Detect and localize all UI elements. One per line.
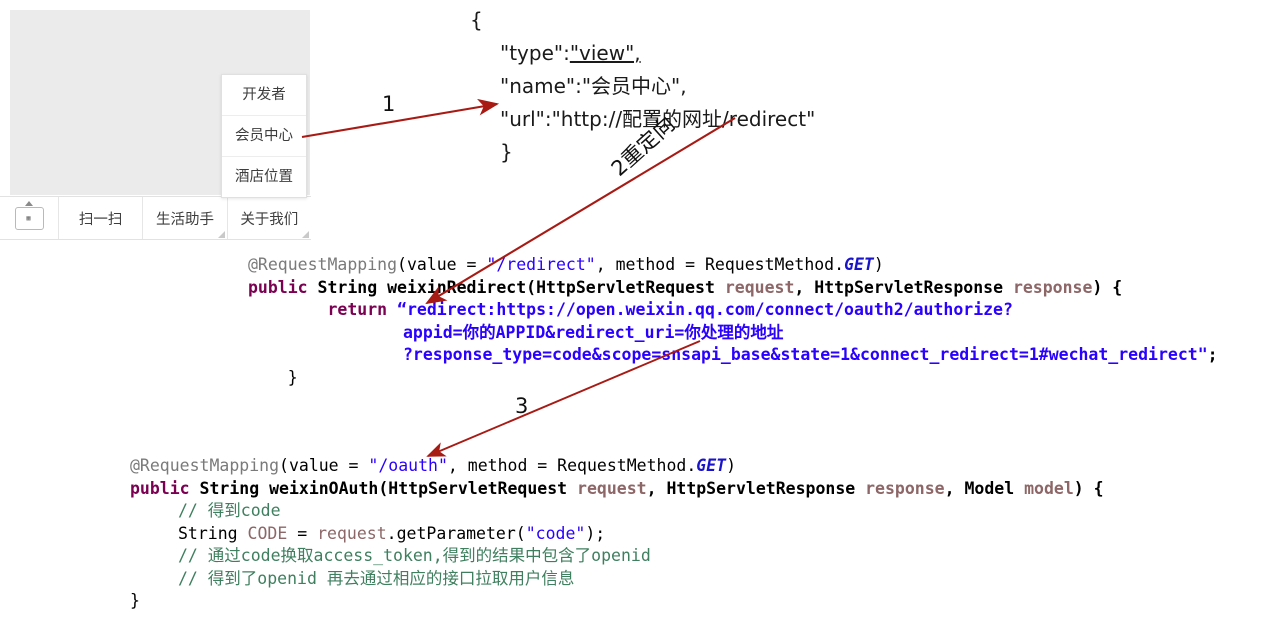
menu-item-member-center[interactable]: 会员中心: [222, 116, 306, 157]
code-text: ): [726, 456, 737, 475]
string-code-literal: "code": [525, 523, 586, 543]
param-response: response: [865, 478, 945, 498]
mapping-path-redirect: "/redirect": [486, 255, 596, 274]
wechat-bottom-nav-bar: ▦ 扫一扫 生活助手 关于我们: [0, 196, 311, 240]
comment-exchange-token: // 通过code换取access_token,得到的结果中包含了openid: [178, 546, 651, 565]
json-line-type: "type":: [500, 41, 570, 65]
code-text: ;: [1207, 345, 1218, 364]
comment-fetch-userinfo: // 得到了openid 再去通过相应的接口拉取用户信息: [178, 568, 575, 588]
json-line-name: "name":"会员中心",: [500, 74, 687, 98]
code-block-close: }: [248, 367, 298, 387]
code-text: String: [178, 523, 248, 543]
annotation-requestmapping: @RequestMapping: [130, 456, 280, 475]
code-text: , method = RequestMethod.: [447, 456, 697, 475]
arrow-label-1: 1: [382, 92, 396, 116]
param-model: model: [1024, 478, 1074, 498]
redirect-url-part1: “redirect:https://open.weixin.qq.com/con…: [387, 300, 1013, 319]
code-block-close: }: [130, 591, 140, 610]
variable-code: CODE: [247, 523, 288, 543]
param-response: response: [1012, 277, 1093, 297]
redirect-url-part3: ?response_type=code&scope=snsapi_base&st…: [403, 345, 1208, 364]
mapping-path-oauth: "/oauth": [368, 456, 448, 475]
menu-item-developer[interactable]: 开发者: [222, 75, 306, 116]
code-block-oauth: @RequestMapping(value = "/oauth", method…: [130, 455, 1104, 613]
http-method-get: GET: [844, 255, 874, 274]
param-request: request: [577, 478, 647, 498]
json-line-close: }: [500, 140, 513, 164]
nav-item-life-assistant[interactable]: 生活助手: [143, 197, 228, 239]
keyboard-keys-glyph: ▦: [26, 214, 32, 222]
page-root: 开发者 会员中心 酒店位置 ▦ 扫一扫 生活助手 关于我们 { "type":"…: [0, 0, 1262, 626]
nav-item-about-us[interactable]: 关于我们: [228, 197, 311, 239]
nav-item-about-us-label: 关于我们: [240, 211, 299, 228]
code-text: ): [873, 255, 884, 274]
code-text: , HttpServletResponse: [794, 277, 1013, 297]
param-request: request: [724, 277, 795, 297]
json-line-open: {: [470, 8, 483, 32]
menu-item-hotel-location[interactable]: 酒店位置: [222, 157, 306, 197]
keyword-return: return: [327, 300, 388, 319]
redirect-url-part2: appid=你的APPID&redirect_uri=你处理的地址: [403, 322, 784, 342]
code-text: (value =: [279, 456, 369, 475]
submenu-corner-icon: [301, 231, 309, 238]
object-request: request: [317, 523, 387, 543]
code-text: , method = RequestMethod.: [595, 255, 845, 274]
code-text: ) {: [1073, 478, 1104, 498]
code-text: =: [287, 523, 318, 543]
arrow-label-3: 3: [515, 394, 529, 418]
nav-item-life-assistant-label: 生活助手: [155, 211, 214, 228]
method-signature: String weixinRedirect(HttpServletRequest: [307, 277, 725, 297]
method-signature: String weixinOAuth(HttpServletRequest: [189, 478, 578, 498]
code-text: (value =: [397, 255, 487, 274]
http-method-get: GET: [696, 456, 727, 475]
arrow-step-1: [301, 98, 500, 139]
keyboard-arrow-icon: [25, 200, 33, 206]
wechat-custom-menu-popup: 开发者 会员中心 酒店位置: [221, 74, 307, 198]
keyboard-toggle-button[interactable]: ▦: [0, 197, 59, 239]
keyboard-icon: ▦: [14, 200, 44, 230]
code-text: .getParameter(: [386, 523, 526, 543]
nav-item-scan[interactable]: 扫一扫: [59, 197, 144, 239]
json-line-type-value: "view",: [569, 41, 641, 65]
code-block-redirect: @RequestMapping(value = "/redirect", met…: [248, 254, 1218, 389]
annotation-requestmapping: @RequestMapping: [248, 255, 398, 274]
code-text: ) {: [1092, 277, 1123, 297]
code-text: );: [585, 523, 606, 543]
comment-get-code: // 得到code: [178, 501, 281, 520]
keyword-public: public: [248, 277, 308, 297]
nav-item-scan-label: 扫一扫: [78, 211, 123, 228]
code-text: , HttpServletResponse: [646, 478, 866, 498]
submenu-corner-icon: [217, 231, 225, 238]
keyword-public: public: [130, 478, 190, 498]
code-text: , Model: [944, 478, 1025, 498]
